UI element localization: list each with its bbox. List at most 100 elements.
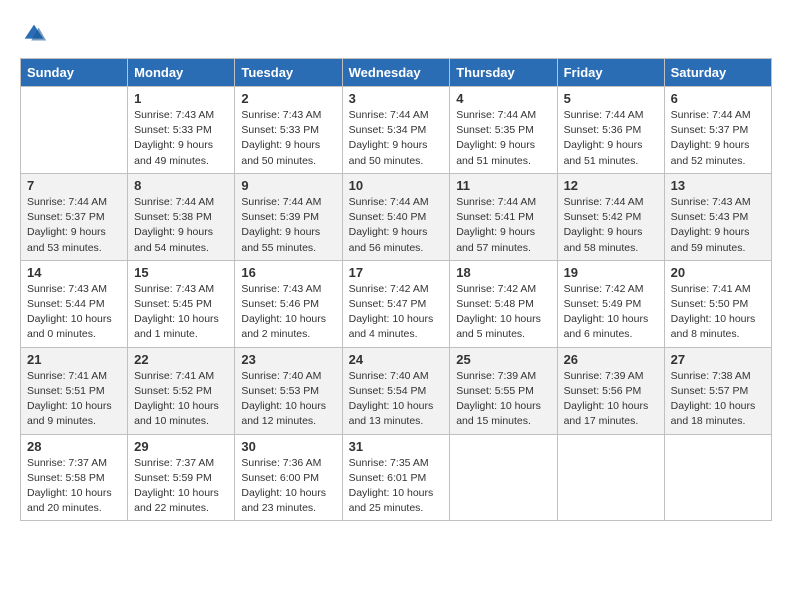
day-number: 13: [671, 178, 765, 193]
day-info: Sunrise: 7:43 AM Sunset: 5:45 PM Dayligh…: [134, 282, 228, 343]
day-number: 8: [134, 178, 228, 193]
day-cell: 3 Sunrise: 7:44 AM Sunset: 5:34 PM Daylig…: [342, 87, 450, 174]
day-info: Sunrise: 7:42 AM Sunset: 5:48 PM Dayligh…: [456, 282, 550, 343]
day-cell: 28 Sunrise: 7:37 AM Sunset: 5:58 PM Dayli…: [21, 434, 128, 521]
day-cell: 30Sunrise: 7:36 AM Sunset: 6:00 PM Dayli…: [235, 434, 342, 521]
day-cell: 23 Sunrise: 7:40 AM Sunset: 5:53 PM Dayli…: [235, 347, 342, 434]
day-cell: 5 Sunrise: 7:44 AM Sunset: 5:36 PM Daylig…: [557, 87, 664, 174]
day-number: 15: [134, 265, 228, 280]
day-info: Sunrise: 7:41 AM Sunset: 5:52 PM Dayligh…: [134, 369, 228, 430]
week-row-4: 28 Sunrise: 7:37 AM Sunset: 5:58 PM Dayli…: [21, 434, 772, 521]
day-info: Sunrise: 7:39 AM Sunset: 5:55 PM Dayligh…: [456, 369, 550, 430]
day-number: 22: [134, 352, 228, 367]
day-number: 6: [671, 91, 765, 106]
day-cell: 15 Sunrise: 7:43 AM Sunset: 5:45 PM Dayli…: [128, 260, 235, 347]
week-row-0: 1 Sunrise: 7:43 AM Sunset: 5:33 PM Daylig…: [21, 87, 772, 174]
day-cell: 10 Sunrise: 7:44 AM Sunset: 5:40 PM Dayli…: [342, 173, 450, 260]
day-number: 27: [671, 352, 765, 367]
day-info: Sunrise: 7:41 AM Sunset: 5:51 PM Dayligh…: [27, 369, 121, 430]
day-number: 5: [564, 91, 658, 106]
day-cell: 26Sunrise: 7:39 AM Sunset: 5:56 PM Dayli…: [557, 347, 664, 434]
day-info: Sunrise: 7:42 AM Sunset: 5:47 PM Dayligh…: [349, 282, 444, 343]
week-row-3: 21 Sunrise: 7:41 AM Sunset: 5:51 PM Dayli…: [21, 347, 772, 434]
logo: [20, 20, 52, 48]
day-number: 19: [564, 265, 658, 280]
day-number: 17: [349, 265, 444, 280]
calendar-table: SundayMondayTuesdayWednesdayThursdayFrid…: [20, 58, 772, 521]
day-info: Sunrise: 7:43 AM Sunset: 5:43 PM Dayligh…: [671, 195, 765, 256]
day-info: Sunrise: 7:43 AM Sunset: 5:46 PM Dayligh…: [241, 282, 335, 343]
day-info: Sunrise: 7:43 AM Sunset: 5:44 PM Dayligh…: [27, 282, 121, 343]
day-cell: 19 Sunrise: 7:42 AM Sunset: 5:49 PM Dayli…: [557, 260, 664, 347]
day-number: 29: [134, 439, 228, 454]
day-number: 3: [349, 91, 444, 106]
header-tuesday: Tuesday: [235, 59, 342, 87]
day-info: Sunrise: 7:44 AM Sunset: 5:42 PM Dayligh…: [564, 195, 658, 256]
day-info: Sunrise: 7:44 AM Sunset: 5:34 PM Dayligh…: [349, 108, 444, 169]
day-cell: 1 Sunrise: 7:43 AM Sunset: 5:33 PM Daylig…: [128, 87, 235, 174]
header-row: SundayMondayTuesdayWednesdayThursdayFrid…: [21, 59, 772, 87]
day-cell: [21, 87, 128, 174]
header-friday: Friday: [557, 59, 664, 87]
week-row-2: 14 Sunrise: 7:43 AM Sunset: 5:44 PM Dayli…: [21, 260, 772, 347]
day-number: 14: [27, 265, 121, 280]
day-cell: [664, 434, 771, 521]
day-number: 11: [456, 178, 550, 193]
day-cell: 27 Sunrise: 7:38 AM Sunset: 5:57 PM Dayli…: [664, 347, 771, 434]
day-info: Sunrise: 7:44 AM Sunset: 5:36 PM Dayligh…: [564, 108, 658, 169]
day-info: Sunrise: 7:44 AM Sunset: 5:39 PM Dayligh…: [241, 195, 335, 256]
day-number: 21: [27, 352, 121, 367]
day-number: 7: [27, 178, 121, 193]
day-cell: 22 Sunrise: 7:41 AM Sunset: 5:52 PM Dayli…: [128, 347, 235, 434]
day-number: 20: [671, 265, 765, 280]
day-number: 4: [456, 91, 550, 106]
week-row-1: 7Sunrise: 7:44 AM Sunset: 5:37 PM Daylig…: [21, 173, 772, 260]
day-info: Sunrise: 7:37 AM Sunset: 5:58 PM Dayligh…: [27, 456, 121, 517]
day-number: 23: [241, 352, 335, 367]
day-info: Sunrise: 7:37 AM Sunset: 5:59 PM Dayligh…: [134, 456, 228, 517]
day-info: Sunrise: 7:41 AM Sunset: 5:50 PM Dayligh…: [671, 282, 765, 343]
day-cell: 8 Sunrise: 7:44 AM Sunset: 5:38 PM Daylig…: [128, 173, 235, 260]
day-cell: 2 Sunrise: 7:43 AM Sunset: 5:33 PM Daylig…: [235, 87, 342, 174]
header-thursday: Thursday: [450, 59, 557, 87]
day-number: 10: [349, 178, 444, 193]
day-cell: 25 Sunrise: 7:39 AM Sunset: 5:55 PM Dayli…: [450, 347, 557, 434]
header-monday: Monday: [128, 59, 235, 87]
day-cell: 14 Sunrise: 7:43 AM Sunset: 5:44 PM Dayli…: [21, 260, 128, 347]
day-number: 2: [241, 91, 335, 106]
day-cell: 4Sunrise: 7:44 AM Sunset: 5:35 PM Daylig…: [450, 87, 557, 174]
day-cell: 21 Sunrise: 7:41 AM Sunset: 5:51 PM Dayli…: [21, 347, 128, 434]
day-number: 24: [349, 352, 444, 367]
day-info: Sunrise: 7:35 AM Sunset: 6:01 PM Dayligh…: [349, 456, 444, 517]
day-cell: [557, 434, 664, 521]
day-number: 16: [241, 265, 335, 280]
day-info: Sunrise: 7:44 AM Sunset: 5:37 PM Dayligh…: [671, 108, 765, 169]
logo-icon: [20, 20, 48, 48]
day-info: Sunrise: 7:44 AM Sunset: 5:40 PM Dayligh…: [349, 195, 444, 256]
day-cell: 18 Sunrise: 7:42 AM Sunset: 5:48 PM Dayli…: [450, 260, 557, 347]
day-cell: 9Sunrise: 7:44 AM Sunset: 5:39 PM Daylig…: [235, 173, 342, 260]
day-cell: 13 Sunrise: 7:43 AM Sunset: 5:43 PM Dayli…: [664, 173, 771, 260]
day-info: Sunrise: 7:38 AM Sunset: 5:57 PM Dayligh…: [671, 369, 765, 430]
day-cell: 7Sunrise: 7:44 AM Sunset: 5:37 PM Daylig…: [21, 173, 128, 260]
day-cell: 29 Sunrise: 7:37 AM Sunset: 5:59 PM Dayli…: [128, 434, 235, 521]
day-number: 26: [564, 352, 658, 367]
day-number: 28: [27, 439, 121, 454]
day-cell: 24Sunrise: 7:40 AM Sunset: 5:54 PM Dayli…: [342, 347, 450, 434]
page-container: SundayMondayTuesdayWednesdayThursdayFrid…: [20, 20, 772, 521]
day-info: Sunrise: 7:44 AM Sunset: 5:41 PM Dayligh…: [456, 195, 550, 256]
day-info: Sunrise: 7:44 AM Sunset: 5:38 PM Dayligh…: [134, 195, 228, 256]
day-info: Sunrise: 7:42 AM Sunset: 5:49 PM Dayligh…: [564, 282, 658, 343]
day-number: 25: [456, 352, 550, 367]
day-info: Sunrise: 7:40 AM Sunset: 5:53 PM Dayligh…: [241, 369, 335, 430]
day-info: Sunrise: 7:43 AM Sunset: 5:33 PM Dayligh…: [241, 108, 335, 169]
day-number: 31: [349, 439, 444, 454]
day-cell: [450, 434, 557, 521]
day-number: 18: [456, 265, 550, 280]
day-number: 1: [134, 91, 228, 106]
header-wednesday: Wednesday: [342, 59, 450, 87]
day-cell: 17 Sunrise: 7:42 AM Sunset: 5:47 PM Dayli…: [342, 260, 450, 347]
day-info: Sunrise: 7:43 AM Sunset: 5:33 PM Dayligh…: [134, 108, 228, 169]
header: [20, 20, 772, 48]
day-cell: 20 Sunrise: 7:41 AM Sunset: 5:50 PM Dayli…: [664, 260, 771, 347]
